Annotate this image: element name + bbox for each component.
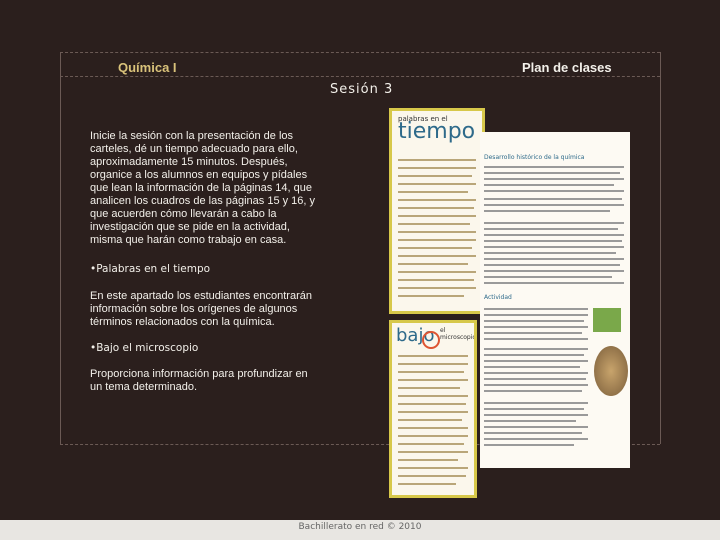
spread-activity-title: Actividad [484, 294, 512, 301]
palabras-page-image: palabras en el tiempo [389, 108, 485, 314]
slide-board: Química I Plan de clases Sesión 3 Inicie… [0, 0, 720, 520]
paragraph-palabras: En este apartado los estudiantes encontr… [90, 290, 312, 328]
top-divider [60, 52, 660, 53]
course-title: Química I [118, 60, 177, 75]
tiempo-label: tiempo [398, 119, 476, 144]
historical-illustration [594, 346, 628, 396]
left-border [60, 52, 61, 444]
microscopio-label: el microscopio [440, 327, 477, 341]
paragraph-microscopio: Proporciona información para profundizar… [90, 368, 308, 393]
header-divider [60, 76, 660, 77]
book-spread-image: Desarrollo histórico de la química Activ… [480, 132, 630, 468]
bullet-palabras: •Palabras en el tiempo [90, 263, 211, 275]
microscopio-page-image: bajo el microscopio [389, 320, 477, 498]
plan-title: Plan de clases [522, 60, 612, 75]
footer-copyright: Bachillerato en red © 2010 [298, 522, 422, 532]
bullet-microscopio: •Bajo el microscopio [90, 342, 199, 354]
session-title: Sesión 3 [330, 82, 394, 97]
microscope-circle-icon [422, 331, 440, 349]
spread-title: Desarrollo histórico de la química [484, 154, 585, 161]
right-border [660, 52, 661, 444]
green-note-box [593, 308, 621, 332]
footer-bar: Bachillerato en red © 2010 [0, 520, 720, 540]
paragraph-intro: Inicie la sesión con la presentación de … [90, 130, 316, 246]
